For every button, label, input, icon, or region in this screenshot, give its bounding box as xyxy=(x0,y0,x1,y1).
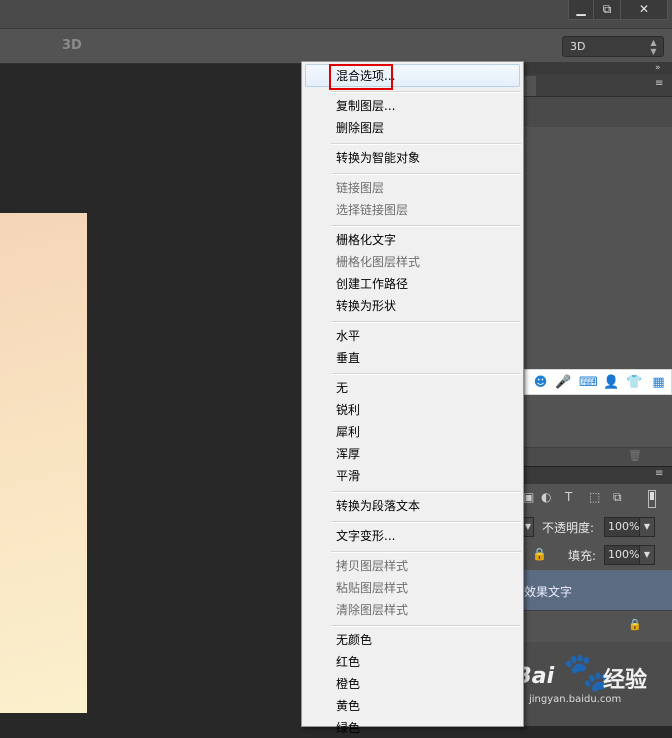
grid-icon[interactable]: ▦ xyxy=(650,374,667,391)
menu-separator xyxy=(331,373,521,375)
menu-item-create-work-path[interactable]: 创建工作路径 xyxy=(336,274,408,294)
close-button[interactable]: ✕ xyxy=(620,0,668,20)
menu-item-copy-layer-style: 拷贝图层样式 xyxy=(336,559,409,573)
panel-body xyxy=(520,127,672,447)
background-lock-icon: 🔒 xyxy=(628,618,642,631)
menu-item-warp-text[interactable]: 文字变形... xyxy=(336,526,395,546)
3d-select-value: 3D xyxy=(570,40,586,53)
menu-separator xyxy=(331,321,521,323)
layer-context-menu: 混合选项... 复制图层... 删除图层 转换为智能对象 链接图层 选择链接图层… xyxy=(301,61,524,735)
watermark-brand-right: 经验 xyxy=(603,668,648,693)
fill-dropdown-icon[interactable]: ▼ xyxy=(639,545,655,565)
fill-label: 填充: xyxy=(568,549,597,563)
menu-separator xyxy=(331,225,521,227)
mic-icon[interactable]: 🎤 xyxy=(555,374,572,391)
trash-icon[interactable]: 🗑 xyxy=(628,449,642,462)
menu-item-vertical[interactable]: 垂直 xyxy=(336,348,360,368)
menu-item-green[interactable]: 绿色 xyxy=(336,718,360,738)
3d-select[interactable]: 3D ▲▼ xyxy=(562,36,664,57)
shirt-icon[interactable]: 👕 xyxy=(626,374,643,391)
opacity-row: ▼ 不透明度: 100% ▼ xyxy=(520,512,672,542)
menu-item-no-color[interactable]: 无颜色 xyxy=(336,630,372,650)
shape-filter-icon[interactable]: ⬚ xyxy=(589,490,600,504)
panel-toolbar xyxy=(520,97,672,127)
layer-name: 效果文字 xyxy=(524,585,573,599)
panel-dock-strip xyxy=(520,62,672,74)
user-icon[interactable]: 👤 xyxy=(603,374,620,391)
type-filter-icon[interactable]: T xyxy=(565,490,572,504)
menu-separator xyxy=(331,491,521,493)
menu-item-antialias-none[interactable]: 无 xyxy=(336,378,348,398)
menu-item-rasterize-type[interactable]: 栅格化文字 xyxy=(336,230,396,250)
minimize-button[interactable]: ▁ xyxy=(568,0,594,20)
panel-footer xyxy=(520,447,672,466)
annotation-highlight-box xyxy=(329,64,393,90)
adjustment-filter-icon[interactable]: ◐ xyxy=(541,490,551,504)
3d-mode-label[interactable]: 3D xyxy=(62,38,82,53)
menu-item-yellow[interactable]: 黄色 xyxy=(336,696,360,716)
menu-item-select-linked-layers: 选择链接图层 xyxy=(336,203,409,217)
panel-menu-icon[interactable]: ≡ xyxy=(655,78,663,89)
menu-item-convert-smart-object[interactable]: 转换为智能对象 xyxy=(336,148,420,168)
menu-separator xyxy=(331,91,521,93)
menu-item-paste-layer-style: 粘贴图层样式 xyxy=(336,581,409,595)
menu-separator xyxy=(331,625,521,627)
menu-separator xyxy=(331,521,521,523)
menu-item-red[interactable]: 红色 xyxy=(336,652,360,672)
opacity-label: 不透明度: xyxy=(542,521,595,535)
smart-object-filter-icon[interactable]: ⧉ xyxy=(613,490,622,505)
document-canvas[interactable] xyxy=(0,213,87,713)
opacity-dropdown-icon[interactable]: ▼ xyxy=(639,517,655,537)
watermark-url: jingyan.baidu.com xyxy=(529,694,622,705)
filter-toggle-switch[interactable] xyxy=(648,490,656,508)
menu-item-duplicate-layer[interactable]: 复制图层... xyxy=(336,96,395,116)
menu-item-delete-layer[interactable]: 删除图层 xyxy=(336,118,384,138)
menu-item-antialias-crisp[interactable]: 犀利 xyxy=(336,422,360,442)
menu-item-orange[interactable]: 橙色 xyxy=(336,674,360,694)
menu-item-antialias-smooth[interactable]: 平滑 xyxy=(336,466,360,486)
restore-button[interactable]: ⧉ xyxy=(593,0,621,20)
baidu-jingyan-watermark: Bai 🐾 经验 jingyan.baidu.com xyxy=(515,650,665,705)
select-arrows-icon: ▲▼ xyxy=(649,38,658,56)
menu-item-convert-to-shape[interactable]: 转换为形状 xyxy=(336,296,396,316)
ime-toolbar: ☻ 🎤 ⌨ 👤 👕 ▦ xyxy=(524,369,672,395)
collapse-panels-icon[interactable]: » xyxy=(655,63,661,73)
lock-icon[interactable]: 🔒 xyxy=(532,547,547,561)
menu-item-convert-paragraph-text[interactable]: 转换为段落文本 xyxy=(336,496,420,516)
fill-row: 🔒 填充: 100% ▼ xyxy=(520,542,672,570)
menu-item-clear-layer-style: 清除图层样式 xyxy=(336,603,409,617)
menu-item-horizontal[interactable]: 水平 xyxy=(336,326,360,346)
layers-panel-header xyxy=(520,466,672,485)
menu-item-link-layers: 链接图层 xyxy=(336,181,385,195)
smile-icon[interactable]: ☻ xyxy=(532,374,549,391)
keyboard-icon[interactable]: ⌨ xyxy=(579,374,598,391)
menu-item-rasterize-layer-style: 栅格化图层样式 xyxy=(336,255,421,269)
panel-header xyxy=(520,74,672,97)
menu-separator xyxy=(331,143,521,145)
background-layer-row[interactable] xyxy=(520,610,672,643)
menu-separator xyxy=(331,173,521,175)
layers-menu-icon[interactable]: ≡ xyxy=(655,468,663,479)
menu-item-antialias-sharp[interactable]: 锐利 xyxy=(336,400,360,420)
menu-separator xyxy=(331,551,521,553)
pixel-filter-icon[interactable]: ▣ xyxy=(523,490,534,504)
menu-item-antialias-strong[interactable]: 浑厚 xyxy=(336,444,360,464)
